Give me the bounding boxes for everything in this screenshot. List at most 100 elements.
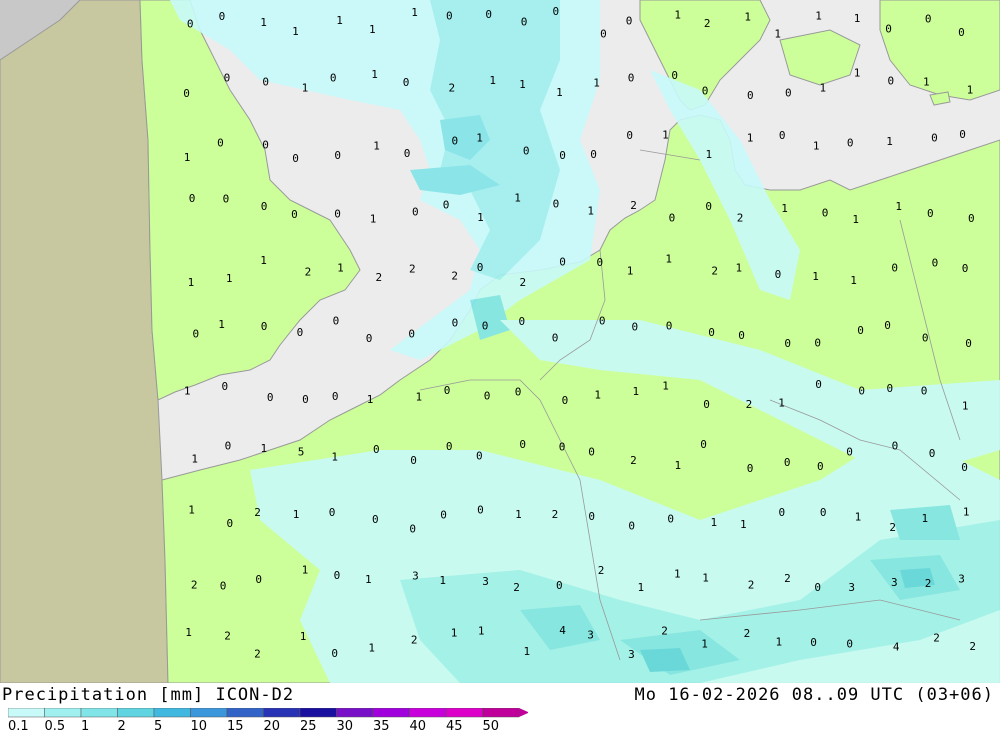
- precipitation-map: 0 0 1 1 1 1 1 0 0 0 0 0 0 1 2 1 1 1 1 0 0 0 0 0 0 1 0 1 0 2 1 1 1 1 0 0 0 0 0 1…: [0, 0, 1000, 683]
- precip-value-label: 0: [822, 206, 829, 219]
- legend-swatch: [8, 708, 45, 718]
- precip-value-label: 0: [523, 145, 530, 158]
- precip-value-label: 1: [218, 318, 225, 331]
- precip-value-label: 0: [452, 317, 459, 330]
- precip-value-label: 1: [515, 508, 522, 521]
- precip-value-label: 0: [922, 331, 929, 344]
- legend-label: 30: [337, 719, 354, 732]
- precip-value-label: 0: [858, 384, 865, 397]
- precip-value-label: 0: [961, 461, 968, 474]
- precip-value-label: 1: [302, 82, 309, 95]
- precip-value-label: 2: [191, 579, 198, 592]
- precip-value-label: 0: [446, 440, 453, 453]
- precip-value-label: 0: [183, 87, 190, 100]
- precip-value-label: 0: [559, 256, 566, 269]
- precip-value-label: 0: [599, 315, 606, 328]
- precip-value-label: 2: [744, 627, 751, 640]
- precip-value-label: 0: [552, 332, 559, 345]
- precip-value-label: 0: [477, 261, 484, 274]
- precip-value-label: 0: [485, 8, 492, 21]
- legend-arrow: [519, 708, 528, 717]
- precip-value-label: 0: [219, 10, 226, 23]
- legend-swatches: [8, 708, 528, 718]
- precip-value-label: 0: [927, 207, 934, 220]
- precip-value-label: 1: [778, 397, 785, 410]
- legend-label: 2: [118, 719, 126, 732]
- precip-value-label: 1: [627, 265, 634, 278]
- precip-value-label: 0: [297, 326, 304, 339]
- legend-label: 10: [191, 719, 208, 732]
- precip-value-label: 1: [260, 16, 267, 29]
- precip-value-label: 0: [189, 192, 196, 205]
- precip-value-label: 3: [628, 648, 635, 661]
- precip-value-label: 0: [815, 378, 822, 391]
- precip-value-label: 1: [854, 67, 861, 80]
- legend-swatch: [190, 708, 228, 718]
- precip-value-label: 1: [300, 630, 307, 643]
- precip-value-label: 0: [597, 256, 604, 269]
- precip-value-label: 1: [439, 574, 446, 587]
- precip-value-label: 0: [292, 152, 299, 165]
- precip-value-label: 2: [746, 398, 753, 411]
- precip-value-label: 0: [366, 332, 373, 345]
- precip-value-label: 0: [559, 440, 566, 453]
- precip-value-label: 3: [412, 570, 419, 583]
- precip-value-label: 1: [184, 151, 191, 164]
- precip-value-label: 0: [261, 200, 268, 213]
- legend-swatch: [44, 708, 82, 718]
- legend-swatch: [263, 708, 301, 718]
- precip-value-label: 4: [559, 624, 566, 637]
- precip-value-label: 2: [598, 564, 605, 577]
- precip-value-label: 0: [779, 506, 786, 519]
- precip-value-label: 3: [891, 576, 898, 589]
- precip-value-label: 1: [638, 581, 645, 594]
- precip-value-label: 0: [220, 580, 227, 593]
- precip-value-label: 0: [965, 337, 972, 350]
- precip-value-label: 0: [556, 579, 563, 592]
- precip-value-label: 1: [226, 272, 233, 285]
- precip-value-label: 2: [737, 212, 744, 225]
- precip-value-label: 0: [410, 454, 417, 467]
- precip-value-label: 1: [188, 276, 195, 289]
- precip-value-label: 0: [931, 131, 938, 144]
- precip-value-label: 2: [449, 82, 456, 95]
- precip-value-label: 0: [193, 328, 200, 341]
- precip-value-label: 0: [885, 23, 892, 36]
- precip-value-label: 0: [884, 319, 891, 332]
- precip-value-label: 5: [298, 445, 305, 458]
- precip-value-label: 0: [968, 212, 975, 225]
- forecast-timestamp: Mo 16-02-2026 08..09 UTC (03+06): [634, 685, 994, 705]
- precip-value-label: 1: [674, 568, 681, 581]
- precip-value-label: 2: [409, 263, 416, 276]
- precip-value-label: 2: [661, 625, 668, 638]
- precip-value-label: 1: [556, 86, 563, 99]
- precip-value-label: 1: [852, 213, 859, 226]
- precip-value-label: 1: [191, 453, 198, 466]
- precip-value-label: 0: [588, 510, 595, 523]
- precip-value-label: 0: [929, 447, 936, 460]
- outside-domain-britain: [0, 0, 169, 683]
- precip-value-label: 0: [262, 76, 269, 89]
- precip-value-label: 0: [747, 462, 754, 475]
- precip-value-label: 0: [225, 439, 232, 452]
- precip-value-label: 2: [376, 271, 383, 284]
- precip-value-label: 0: [784, 337, 791, 350]
- legend-label: 0.5: [45, 719, 66, 732]
- precip-value-label: 0: [302, 393, 309, 406]
- precip-value-label: 1: [706, 148, 713, 161]
- precip-value-label: 0: [482, 319, 489, 332]
- precip-value-label: 0: [747, 89, 754, 102]
- precip-value-label: 0: [708, 326, 715, 339]
- precip-value-label: 1: [747, 132, 754, 145]
- precip-value-label: 0: [329, 506, 336, 519]
- precip-value-label: 0: [738, 329, 745, 342]
- precip-value-label: 2: [224, 630, 231, 643]
- precip-value-label: 1: [923, 75, 930, 88]
- precip-value-label: 2: [520, 276, 527, 289]
- precip-value-label: 1: [416, 391, 423, 404]
- precip-value-label: 2: [254, 506, 261, 519]
- precip-value-label: 1: [674, 9, 681, 22]
- precip-value-label: 1: [184, 385, 191, 398]
- precip-value-label: 0: [223, 193, 230, 206]
- precip-value-label: 0: [553, 5, 560, 18]
